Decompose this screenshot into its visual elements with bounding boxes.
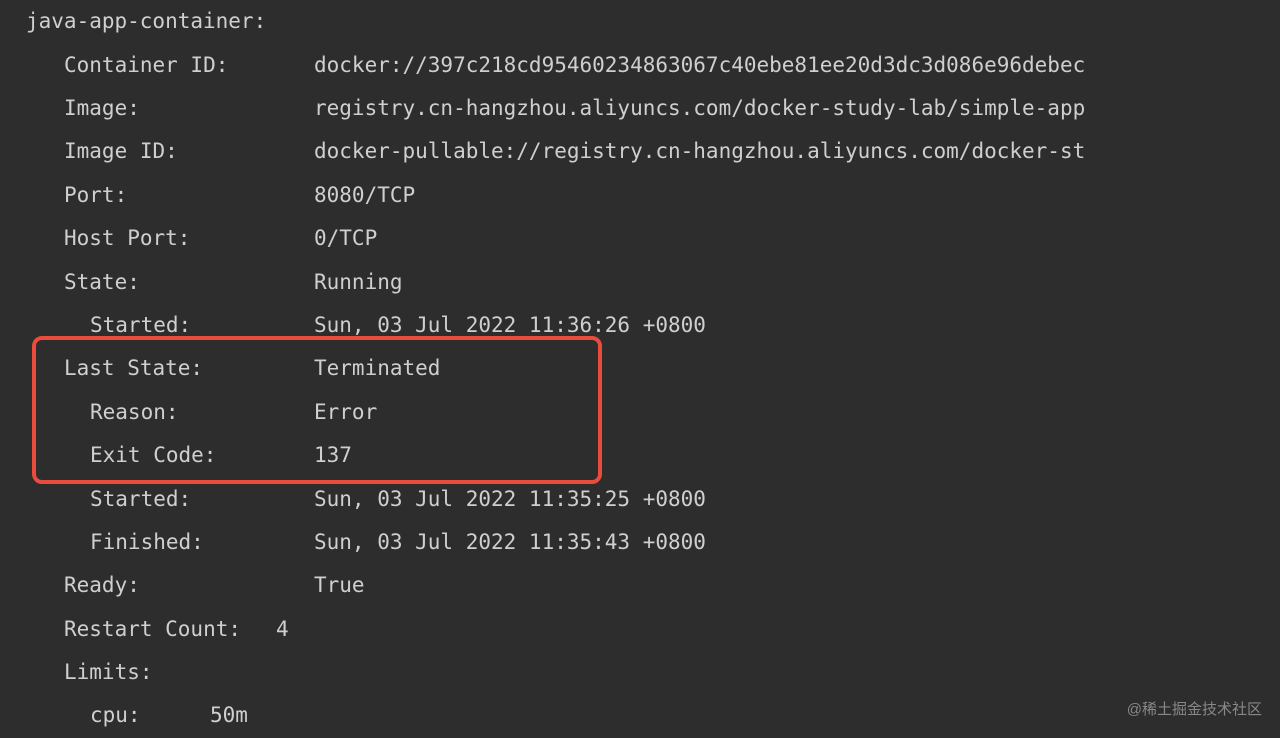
host-port-value: 0/TCP <box>314 218 377 259</box>
ready-line: Ready: True <box>0 564 1280 607</box>
cpu-line: cpu: 50m <box>0 694 1280 737</box>
container-name-line: java-app-container: <box>0 0 1280 43</box>
exit-code-value: 137 <box>314 435 352 476</box>
finished-value: Sun, 03 Jul 2022 11:35:43 +0800 <box>314 522 706 563</box>
cpu-label: cpu: <box>90 695 210 736</box>
host-port-label: Host Port: <box>64 218 314 259</box>
state-started-value: Sun, 03 Jul 2022 11:36:26 +0800 <box>314 305 706 346</box>
last-started-line: Started: Sun, 03 Jul 2022 11:35:25 +0800 <box>0 477 1280 520</box>
container-id-label: Container ID: <box>64 45 314 86</box>
exit-code-label: Exit Code: <box>90 435 314 476</box>
finished-line: Finished: Sun, 03 Jul 2022 11:35:43 +080… <box>0 521 1280 564</box>
last-started-label: Started: <box>90 479 314 520</box>
state-label: State: <box>64 262 314 303</box>
watermark-text: @稀土掘金技术社区 <box>1127 695 1262 724</box>
image-label: Image: <box>64 88 314 129</box>
image-id-value: docker-pullable://registry.cn-hangzhou.a… <box>314 131 1085 172</box>
reason-label: Reason: <box>90 392 314 433</box>
last-state-value: Terminated <box>314 348 440 389</box>
host-port-line: Host Port: 0/TCP <box>0 217 1280 260</box>
last-started-value: Sun, 03 Jul 2022 11:35:25 +0800 <box>314 479 706 520</box>
state-started-line: Started: Sun, 03 Jul 2022 11:36:26 +0800 <box>0 304 1280 347</box>
port-label: Port: <box>64 175 314 216</box>
state-line: State: Running <box>0 260 1280 303</box>
reason-value: Error <box>314 392 377 433</box>
finished-label: Finished: <box>90 522 314 563</box>
last-state-line: Last State: Terminated <box>0 347 1280 390</box>
ready-value: True <box>314 565 365 606</box>
restart-count-line: Restart Count: 4 <box>0 607 1280 650</box>
terminal-output: java-app-container: Container ID: docker… <box>0 0 1280 738</box>
port-value: 8080/TCP <box>314 175 415 216</box>
limits-label: Limits: <box>64 652 153 693</box>
ready-label: Ready: <box>64 565 314 606</box>
image-line: Image: registry.cn-hangzhou.aliyuncs.com… <box>0 87 1280 130</box>
image-value: registry.cn-hangzhou.aliyuncs.com/docker… <box>314 88 1085 129</box>
state-value: Running <box>314 262 403 303</box>
reason-line: Reason: Error <box>0 391 1280 434</box>
exit-code-line: Exit Code: 137 <box>0 434 1280 477</box>
cpu-value: 50m <box>210 695 248 736</box>
restart-count-label: Restart Count: <box>64 609 276 650</box>
restart-count-value: 4 <box>276 609 289 650</box>
last-state-label: Last State: <box>64 348 314 389</box>
port-line: Port: 8080/TCP <box>0 174 1280 217</box>
state-started-label: Started: <box>90 305 314 346</box>
container-id-line: Container ID: docker://397c218cd95460234… <box>0 43 1280 86</box>
limits-line: Limits: <box>0 651 1280 694</box>
image-id-label: Image ID: <box>64 131 314 172</box>
image-id-line: Image ID: docker-pullable://registry.cn-… <box>0 130 1280 173</box>
container-name: java-app-container: <box>26 1 266 42</box>
container-id-value: docker://397c218cd95460234863067c40ebe81… <box>314 45 1085 86</box>
